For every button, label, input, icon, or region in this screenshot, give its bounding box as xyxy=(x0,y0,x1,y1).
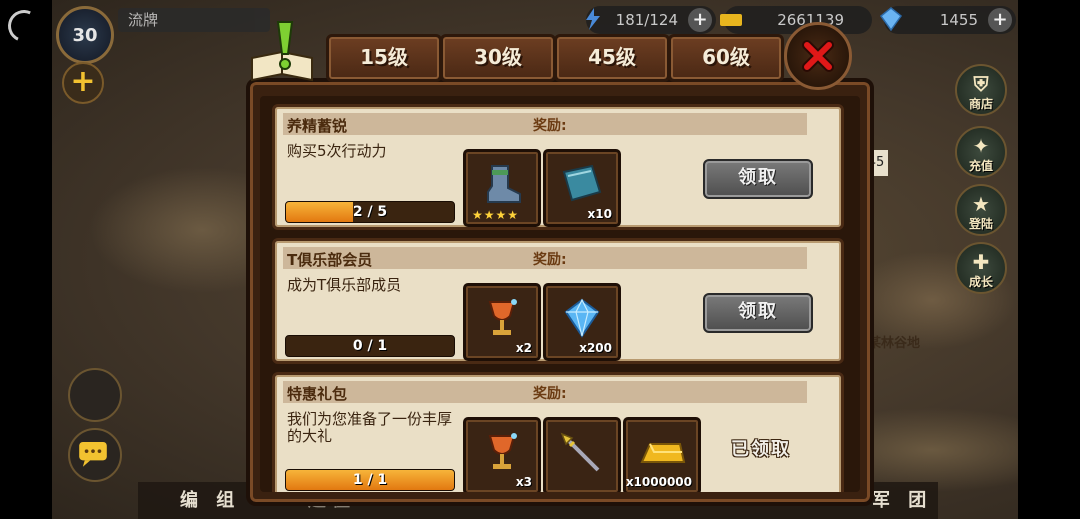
progress-text: 1 / 1 xyxy=(352,472,388,488)
star-rating: ★★★★ xyxy=(472,208,520,222)
reward-quantity: x10 xyxy=(587,207,612,221)
claimed-status: 已领取 xyxy=(731,439,791,460)
reward-quantity: x2 xyxy=(515,341,532,355)
task-list[interactable]: 养精蓄锐 奖励: 购买5次行动力 2 / 5 ★★★★ x10 领取 T俱乐部会… xyxy=(260,96,860,492)
legion-tab[interactable]: 军 团 xyxy=(872,486,932,512)
task-progress-bar: 2 / 5 xyxy=(285,201,455,223)
level-tabs: 15级 30级 45级 60级 xyxy=(248,18,858,90)
task-progress-bar: 1 / 1 xyxy=(285,469,455,491)
level-rewards-panel: 养精蓄锐 奖励: 购买5次行动力 2 / 5 ★★★★ x10 领取 T俱乐部会… xyxy=(246,78,874,506)
shop-button[interactable]: ⛨ 商店 xyxy=(955,64,1007,116)
task-description: 成为T俱乐部成员 xyxy=(287,276,402,294)
close-icon xyxy=(802,40,834,72)
chat-icon xyxy=(79,441,107,467)
reward-slot[interactable] xyxy=(543,417,621,492)
gem-counter: 1455 + xyxy=(879,6,1016,34)
quest-book-icon xyxy=(251,21,313,82)
growth-icon: ✚ xyxy=(972,250,990,274)
claim-button[interactable]: 领取 xyxy=(703,159,813,199)
task-description: 我们为您准备了一份丰厚的大礼 xyxy=(287,410,453,445)
reward-slot[interactable]: x10 xyxy=(543,149,621,227)
reward-label: 奖励: xyxy=(533,252,567,268)
shop-icon: ⛨ xyxy=(973,72,989,96)
formation-tab[interactable]: 编 组 xyxy=(180,486,240,512)
recharge-icon: ✦ xyxy=(972,134,990,158)
reward-quantity: x3 xyxy=(515,475,532,489)
map-region-label: 某林谷地 xyxy=(868,336,921,351)
reward-slot[interactable]: ★★★★ xyxy=(463,149,541,227)
goblet-icon xyxy=(488,299,517,335)
gold-bar-icon xyxy=(640,443,686,463)
login-icon: ★ xyxy=(972,192,990,216)
gem-icon xyxy=(879,7,903,32)
growth-button[interactable]: ✚ 成长 xyxy=(955,242,1007,294)
task-title: 特惠礼包 xyxy=(287,385,348,403)
login-reward-button[interactable]: ★ 登陆 xyxy=(955,184,1007,236)
close-button[interactable] xyxy=(784,22,852,90)
add-gems-button[interactable]: + xyxy=(988,8,1012,32)
add-button[interactable]: + xyxy=(62,62,104,104)
task-card: T俱乐部会员 奖励: 成为T俱乐部成员 0 / 1 x2 x200 领取 xyxy=(272,238,844,364)
task-card: 养精蓄锐 奖励: 购买5次行动力 2 / 5 ★★★★ x10 领取 xyxy=(272,104,844,230)
castle-button[interactable] xyxy=(68,368,122,422)
reward-quantity: x1000000 xyxy=(625,475,692,489)
progress-text: 0 / 1 xyxy=(352,338,388,354)
tab-level-30[interactable]: 30级 xyxy=(440,34,556,82)
claim-button[interactable]: 领取 xyxy=(703,293,813,333)
task-card: 特惠礼包 奖励: 我们为您准备了一份丰厚的大礼 1 / 1 x3 x100000… xyxy=(272,372,844,492)
tab-level-15[interactable]: 15级 xyxy=(326,34,442,82)
task-title: T俱乐部会员 xyxy=(287,251,373,269)
reward-label: 奖励: xyxy=(533,386,567,402)
tab-level-60[interactable]: 60级 xyxy=(668,34,784,82)
gem-icon xyxy=(564,298,600,338)
reward-slot[interactable]: x2 xyxy=(463,283,541,361)
task-progress-bar: 0 / 1 xyxy=(285,335,455,357)
system-loading-icon xyxy=(3,5,45,47)
reward-quantity: x200 xyxy=(579,341,612,355)
spear-icon xyxy=(560,432,600,472)
reward-slot[interactable]: x3 xyxy=(463,417,541,492)
reward-slot[interactable]: x1000000 xyxy=(623,417,701,492)
task-title: 养精蓄锐 xyxy=(287,117,348,135)
chat-button[interactable] xyxy=(68,428,122,482)
goblet-icon xyxy=(488,433,517,469)
player-level-badge[interactable]: 30 xyxy=(56,6,114,64)
recharge-button[interactable]: ✦ 充值 xyxy=(955,126,1007,178)
tab-level-45[interactable]: 45级 xyxy=(554,34,670,82)
reward-slot[interactable]: x200 xyxy=(543,283,621,361)
progress-text: 2 / 5 xyxy=(352,204,388,220)
task-description: 购买5次行动力 xyxy=(287,142,387,160)
reward-label: 奖励: xyxy=(533,118,567,134)
player-level: 30 xyxy=(72,24,98,46)
book-icon xyxy=(562,164,602,202)
boots-icon xyxy=(487,165,521,203)
